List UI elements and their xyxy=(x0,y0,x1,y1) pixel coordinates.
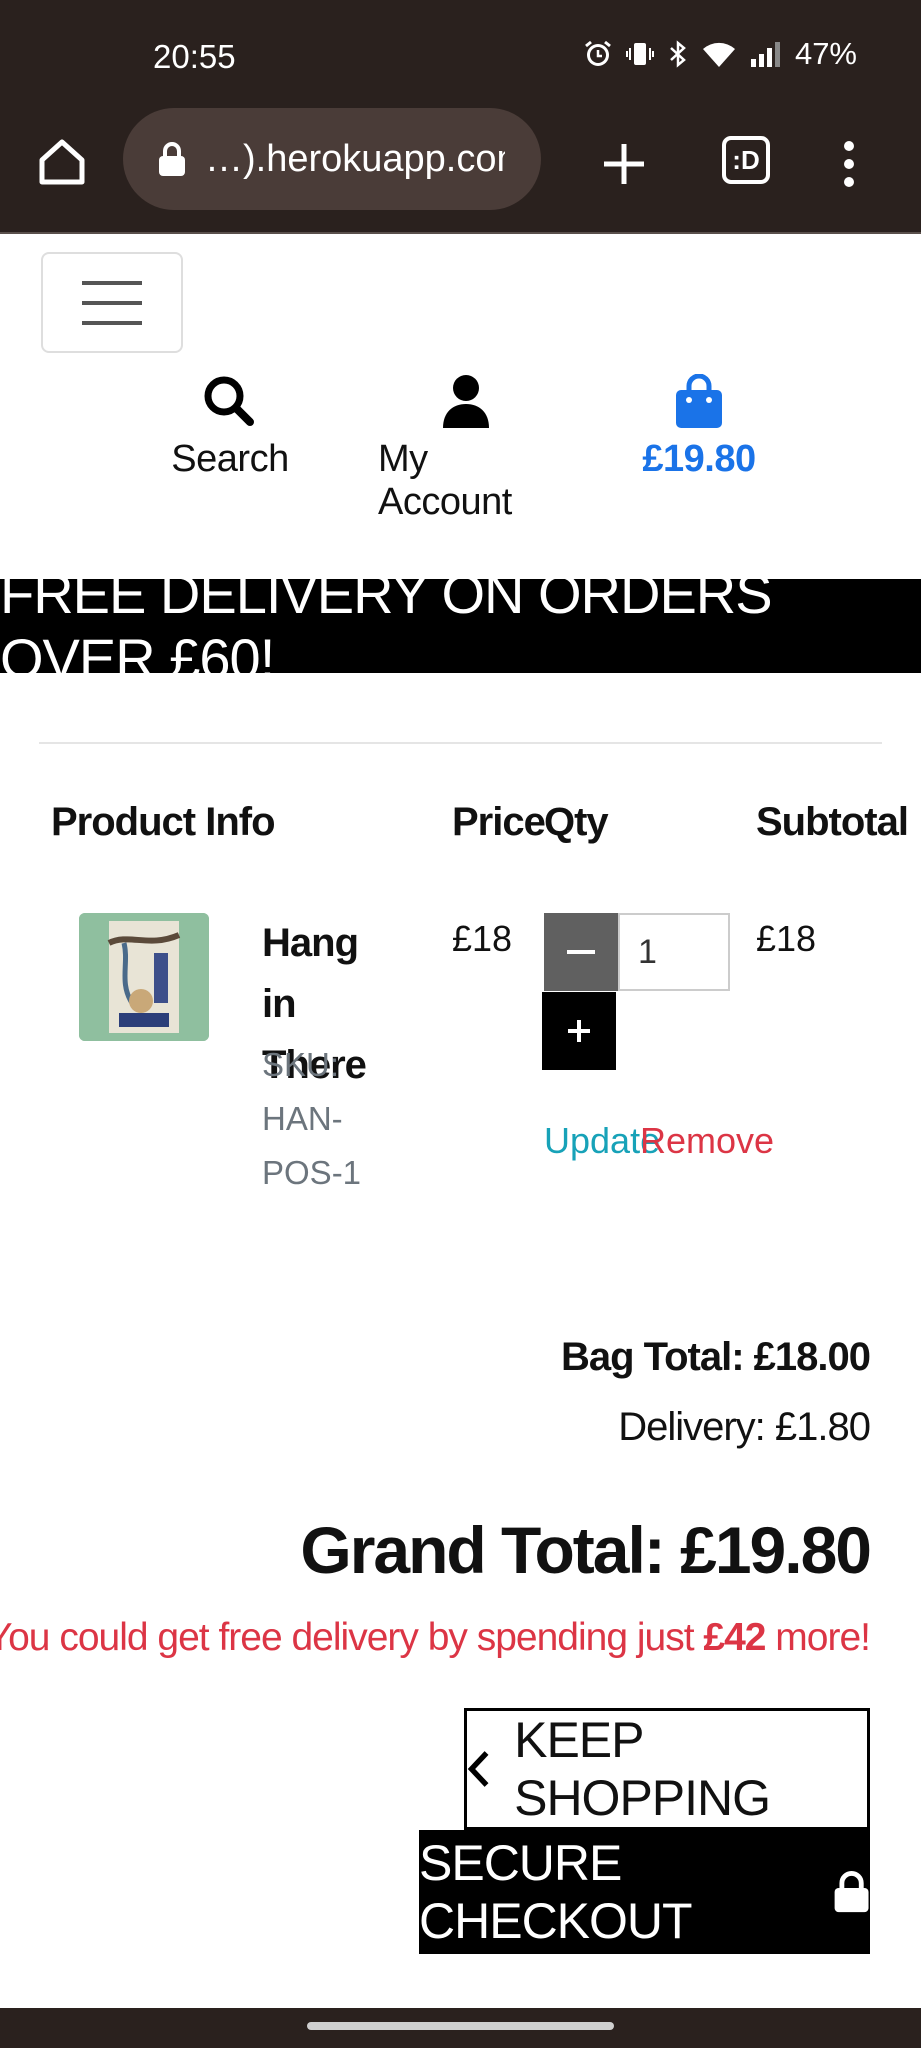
vibrate-icon xyxy=(625,43,654,65)
home-icon[interactable] xyxy=(36,136,88,188)
minus-icon xyxy=(567,950,595,954)
hamburger-icon xyxy=(82,280,142,325)
status-icons: 47% xyxy=(583,36,857,72)
secure-checkout-label: SECURE CHECKOUT xyxy=(419,1835,693,1949)
plus-icon xyxy=(568,1020,590,1042)
status-bar: 20:55 47% xyxy=(0,0,921,108)
bag-total: Bag Total: £18.00 xyxy=(560,1335,871,1379)
signal-icon xyxy=(750,42,780,67)
address-bar[interactable]: …).herokuapp.com xyxy=(123,108,541,210)
main-nav-toggle[interactable] xyxy=(41,252,183,353)
delivery-banner-text: FREE DELIVERY ON ORDERS OVER £60! xyxy=(0,562,773,690)
qty-increment-button[interactable] xyxy=(542,992,616,1070)
keep-shopping-button[interactable]: KEEP SHOPPING xyxy=(464,1708,870,1830)
product-image xyxy=(79,913,209,1041)
my-account-link[interactable]: My Account xyxy=(378,374,553,524)
browser-toolbar: …).herokuapp.com :D xyxy=(0,108,921,234)
gesture-handle[interactable] xyxy=(307,2022,614,2030)
search-label: Search xyxy=(171,438,289,480)
account-label: My Account xyxy=(378,438,512,523)
free-delivery-prefix: You could get free delivery by spending … xyxy=(0,1616,704,1659)
header-icons: Search My Account £19.80 xyxy=(0,374,921,523)
search-link[interactable]: Search xyxy=(160,374,300,481)
lock-icon xyxy=(834,1871,869,1913)
battery-level: 47% xyxy=(794,36,857,71)
bluetooth-icon xyxy=(670,40,686,68)
tab-switcher-label: :D xyxy=(732,144,760,175)
keep-shopping-label: KEEP SHOPPING xyxy=(514,1712,771,1826)
user-icon xyxy=(442,375,489,428)
qty-input[interactable]: 1 xyxy=(618,913,730,991)
qty-decrement-button[interactable] xyxy=(544,913,618,991)
grand-total: Grand Total: £19.80 xyxy=(300,1513,872,1587)
overflow-menu-icon[interactable] xyxy=(836,138,862,190)
secure-checkout-button[interactable]: SECURE CHECKOUT xyxy=(419,1830,870,1954)
header-qty: Qty xyxy=(544,800,609,844)
product-price: £18 xyxy=(452,918,513,959)
header-subtotal: Subtotal xyxy=(756,800,909,844)
search-icon xyxy=(204,376,254,426)
status-time: 20:55 xyxy=(153,38,236,75)
free-delivery-amount: £42 xyxy=(703,1616,766,1659)
alarm-icon xyxy=(585,40,611,66)
lock-icon xyxy=(159,142,185,176)
product-subtotal: £18 xyxy=(756,918,817,959)
chevron-left-icon xyxy=(467,1751,489,1787)
url-text: …).herokuapp.com xyxy=(205,137,505,180)
divider xyxy=(39,742,882,744)
remove-link[interactable]: Remove xyxy=(640,1120,774,1162)
tab-switcher-button[interactable]: :D xyxy=(722,136,770,184)
wifi-icon xyxy=(702,42,735,67)
shopping-bag-link[interactable]: £19.80 xyxy=(640,374,758,481)
header-price: Price xyxy=(452,800,546,844)
free-delivery-suffix: more! xyxy=(765,1616,871,1659)
delivery-banner: FREE DELIVERY ON ORDERS OVER £60! xyxy=(0,562,921,690)
delivery-cost: Delivery: £1.80 xyxy=(618,1405,871,1449)
shopping-bag-icon xyxy=(676,374,722,428)
bag-total-label: £19.80 xyxy=(642,438,756,480)
header-product-info: Product Info xyxy=(51,800,276,844)
product-sku: SKU: HAN-POS-1 xyxy=(262,1046,362,1191)
new-tab-icon[interactable] xyxy=(598,138,650,190)
free-delivery-message: You could get free delivery by spending … xyxy=(0,1616,871,1660)
